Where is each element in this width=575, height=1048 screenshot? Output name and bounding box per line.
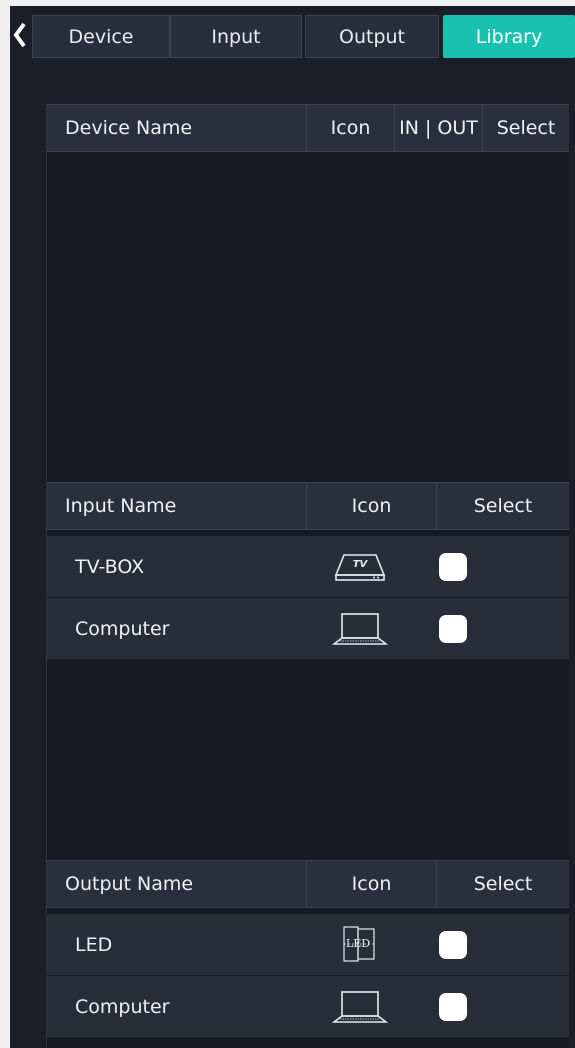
- input-select-column-header: Select: [473, 495, 533, 517]
- output-select-checkbox[interactable]: [439, 993, 467, 1021]
- input-row-name: TV-BOX: [75, 556, 145, 578]
- output-icon-column-header: Icon: [307, 861, 437, 907]
- laptop-icon: [332, 609, 388, 649]
- output-row-computer[interactable]: Computer: [47, 976, 569, 1038]
- device-table-header: Device Name Icon IN | OUT Select: [47, 104, 569, 152]
- svg-text:TV: TV: [353, 559, 369, 570]
- device-list-empty-area: [47, 152, 569, 482]
- output-row-name: LED: [75, 934, 113, 956]
- laptop-icon: [332, 987, 388, 1027]
- output-table-header: Output Name Icon Select: [47, 860, 569, 908]
- app-frame: Device Input Output Library Device Name …: [0, 0, 575, 1048]
- output-name-column-header: Output Name: [47, 861, 307, 907]
- led-screen-icon: LED: [332, 925, 388, 965]
- device-in-out-column-header: IN | OUT: [395, 105, 483, 151]
- input-name-column-header: Input Name: [47, 483, 307, 529]
- tab-library[interactable]: Library: [443, 15, 575, 58]
- window-left-edge: [0, 0, 10, 1048]
- svg-text:LED: LED: [346, 937, 370, 950]
- output-row-name: Computer: [75, 996, 170, 1018]
- tab-device[interactable]: Device: [32, 15, 170, 58]
- input-row-computer[interactable]: Computer: [47, 598, 569, 660]
- input-row-tv-box[interactable]: TV-BOX TV: [47, 536, 569, 598]
- device-name-column-header: Device Name: [47, 105, 307, 151]
- device-icon-column-header: Icon: [307, 105, 395, 151]
- tab-input[interactable]: Input: [170, 15, 302, 58]
- output-select-checkbox[interactable]: [439, 931, 467, 959]
- tab-output[interactable]: Output: [305, 15, 439, 58]
- tab-bar: Device Input Output Library: [10, 6, 575, 64]
- output-select-column-header: Select: [473, 873, 533, 895]
- library-panel: Device Name Icon IN | OUT Select Input N…: [46, 104, 569, 1048]
- back-button[interactable]: [10, 20, 30, 50]
- input-list-empty-area: [47, 660, 569, 860]
- chevron-left-icon: [13, 22, 26, 48]
- output-row-led[interactable]: LED LED: [47, 914, 569, 976]
- input-select-checkbox[interactable]: [439, 615, 467, 643]
- input-row-name: Computer: [75, 618, 170, 640]
- input-icon-column-header: Icon: [307, 483, 437, 529]
- input-table-header: Input Name Icon Select: [47, 482, 569, 530]
- device-select-column-header: Select: [496, 117, 556, 139]
- tv-box-icon: TV: [332, 547, 388, 587]
- input-select-checkbox[interactable]: [439, 553, 467, 581]
